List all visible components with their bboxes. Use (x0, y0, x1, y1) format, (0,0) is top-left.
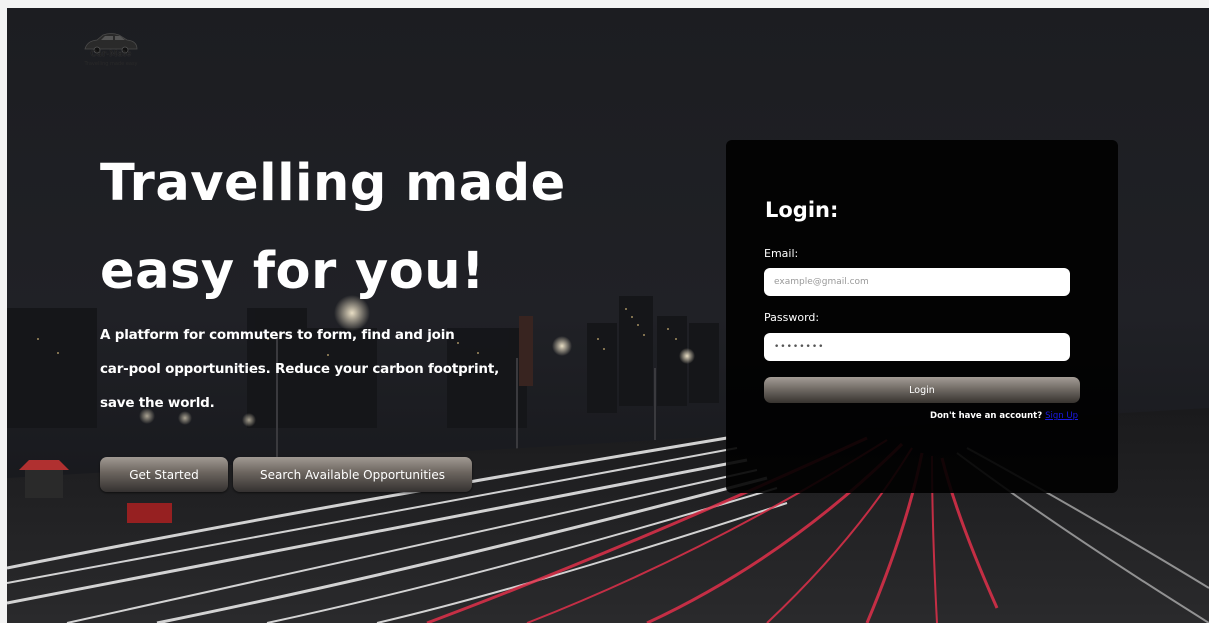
hero-description: A platform for commuters to form, find a… (100, 318, 500, 420)
login-title: Login: (765, 198, 839, 222)
search-opportunities-button[interactable]: Search Available Opportunities (233, 457, 472, 492)
signup-link[interactable]: Sign Up (1045, 411, 1078, 421)
app-frame: Car-Mate Travelling made easy Travelling… (7, 8, 1209, 623)
email-label: Email: (764, 247, 799, 260)
hero-desc-line1: A platform for commuters to form, find a… (100, 327, 455, 343)
password-label: Password: (764, 311, 820, 324)
hero-title: Travelling made easy for you! (100, 140, 620, 316)
no-account-text: Don't have an account? (930, 411, 1043, 421)
hero-title-line1: Travelling made (100, 154, 566, 213)
brand-logo[interactable]: Car-Mate Travelling made easy (77, 28, 147, 72)
get-started-button[interactable]: Get Started (100, 457, 228, 492)
signup-prompt: Don't have an account? Sign Up (930, 411, 1078, 421)
password-input[interactable] (764, 333, 1070, 361)
hero-desc-line3: save the world. (100, 395, 215, 411)
hero-desc-line2: car-pool opportunities. Reduce your carb… (100, 361, 500, 377)
brand-name: Car-Mate (90, 49, 132, 58)
hero-title-line2: easy for you! (100, 242, 485, 301)
login-card: Login: Email: Password: Login Don't have… (726, 140, 1118, 493)
brand-tagline: Travelling made easy (84, 61, 138, 67)
email-input[interactable] (764, 268, 1070, 296)
login-button[interactable]: Login (764, 377, 1080, 403)
